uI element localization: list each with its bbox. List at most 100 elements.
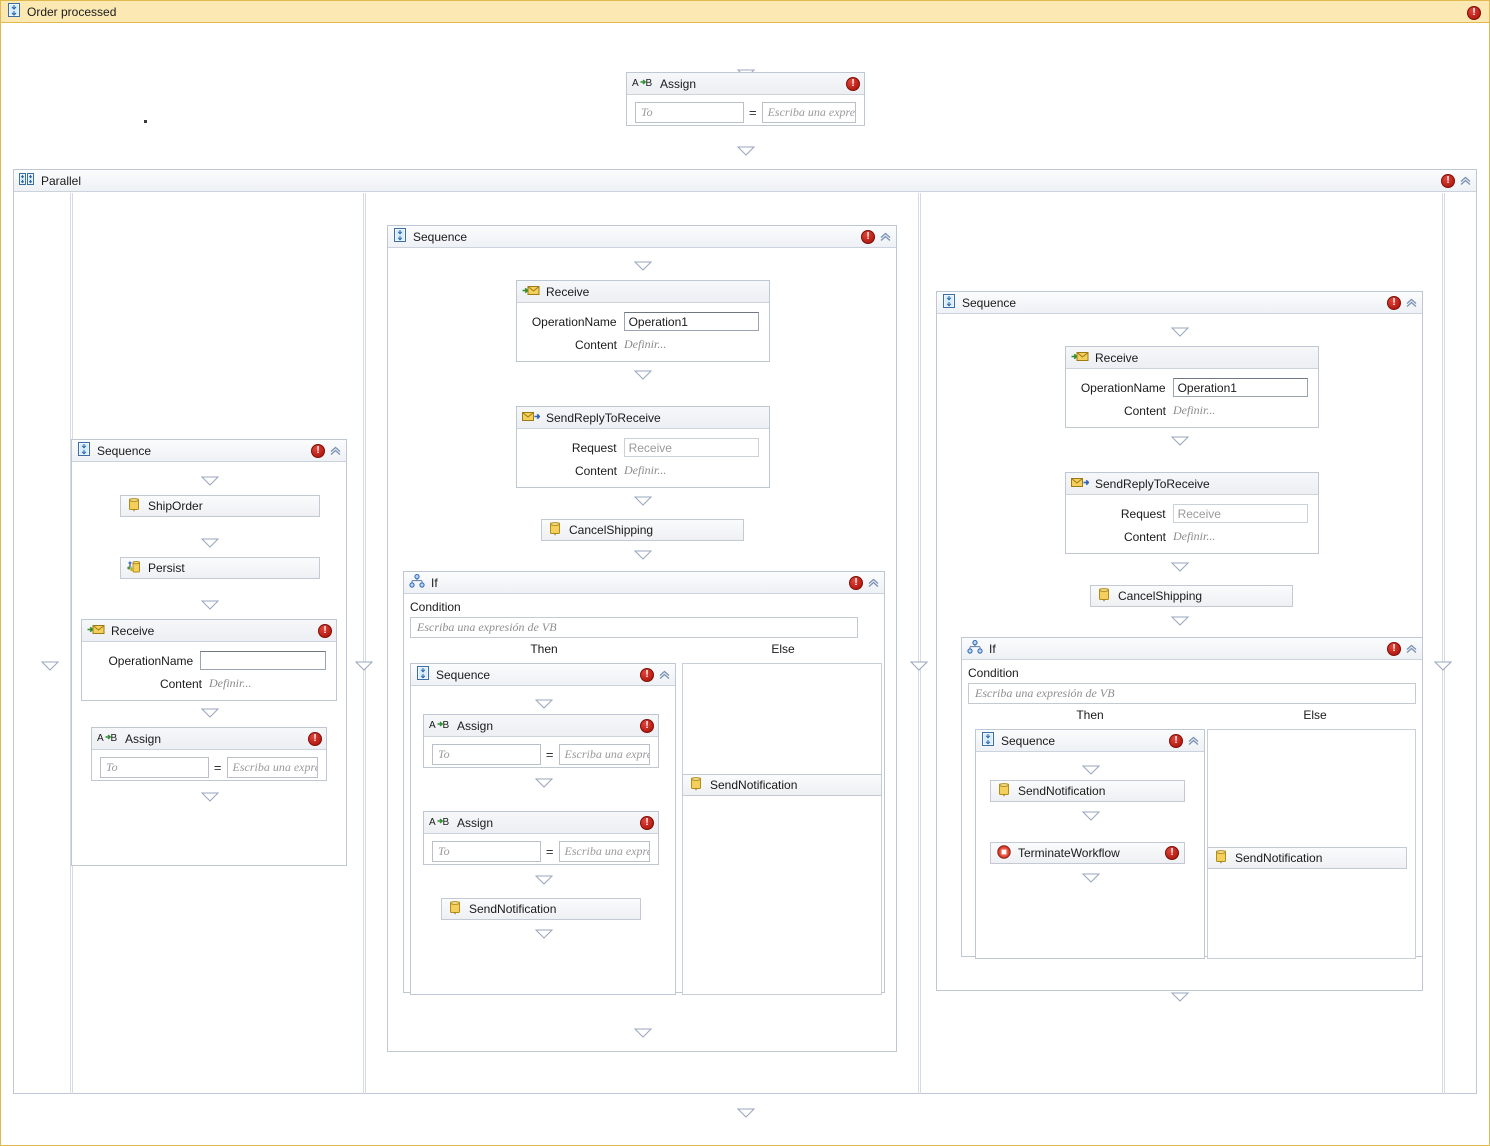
assign-value-input[interactable]: Escriba una expresi xyxy=(558,841,650,862)
activity-sequence-then-branch2[interactable]: Sequence ! A B Assign ! To = Escriba una… xyxy=(410,663,676,995)
error-badge-icon[interactable] xyxy=(1165,846,1179,860)
error-badge-icon[interactable] xyxy=(1169,733,1183,748)
operation-name-input[interactable]: Operation1 xyxy=(623,312,759,331)
parallel-branch-divider xyxy=(363,193,364,1094)
content-define-link[interactable]: Definir... xyxy=(1173,529,1215,544)
activity-header[interactable]: Sequence xyxy=(976,730,1204,752)
activity-sendnotification-else-branch3[interactable]: SendNotification xyxy=(1207,847,1407,869)
collapse-chevron-icon[interactable] xyxy=(867,576,880,589)
error-badge-icon[interactable] xyxy=(640,718,654,733)
activity-receive-branch1[interactable]: Receive OperationName Content xyxy=(81,619,337,701)
connector-arrow xyxy=(201,708,219,718)
assign-value-input[interactable]: Escriba una expresi xyxy=(226,757,318,778)
activity-sendnotification-then-branch2[interactable]: SendNotification xyxy=(441,898,641,920)
assign-to-input[interactable]: To xyxy=(432,744,541,765)
assign-to-input[interactable]: To xyxy=(432,841,541,862)
activity-sendreplytoreceive-branch2[interactable]: SendReplyToReceive Request Receive Conte… xyxy=(516,406,770,488)
activity-header[interactable]: A B Assign xyxy=(92,728,326,750)
activity-if-branch2[interactable]: If ! Condition Escriba una expresión de … xyxy=(403,571,885,995)
activity-assign-then2-branch2[interactable]: A B Assign ! To = Escriba una expr xyxy=(423,811,659,865)
workflow-title-bar[interactable]: Order processed xyxy=(1,1,1489,23)
error-badge-icon[interactable] xyxy=(640,815,654,830)
activity-header[interactable]: A B Assign xyxy=(424,715,658,737)
activity-cylinder-icon xyxy=(1214,849,1228,867)
activity-header[interactable]: Sequence xyxy=(72,440,346,462)
error-badge-icon[interactable] xyxy=(849,575,863,590)
activity-assign-top[interactable]: A B Assign To = Escriba una expresi xyxy=(626,72,865,126)
condition-input[interactable]: Escriba una expresión de VB xyxy=(410,617,858,638)
activity-header[interactable]: Sequence xyxy=(937,292,1422,314)
header-status xyxy=(308,731,322,746)
error-badge-icon[interactable] xyxy=(640,667,654,682)
content-define-link[interactable]: Definir... xyxy=(209,676,251,691)
assign-value-input[interactable]: Escriba una expresi xyxy=(558,744,650,765)
activity-cancelshipping-branch3[interactable]: CancelShipping xyxy=(1090,585,1293,607)
error-badge-icon[interactable] xyxy=(308,731,322,746)
activity-sendnotification-else-branch2[interactable]: SendNotification xyxy=(682,774,882,796)
activity-header[interactable]: A B Assign xyxy=(424,812,658,834)
error-badge-icon[interactable] xyxy=(1387,295,1401,310)
assign-to-input[interactable]: To xyxy=(100,757,209,778)
error-badge-icon[interactable] xyxy=(846,76,860,91)
collapse-chevron-icon[interactable] xyxy=(879,230,892,243)
activity-shiporder[interactable]: ShipOrder xyxy=(120,495,320,517)
activity-sequence-branch2[interactable]: Sequence ! Receive OperationName Operati… xyxy=(387,225,897,1052)
condition-input[interactable]: Escriba una expresión de VB xyxy=(968,683,1416,704)
assign-value-input[interactable]: Escriba una expresi xyxy=(761,102,856,123)
activity-sequence-branch3[interactable]: Sequence ! Receive OperationName Operati… xyxy=(936,291,1423,1002)
collapse-chevron-icon[interactable] xyxy=(1405,296,1418,309)
else-branch-dropzone-branch2[interactable]: SendNotification xyxy=(682,663,882,995)
else-branch-dropzone-branch3[interactable]: SendNotification xyxy=(1207,729,1416,959)
activity-header[interactable]: If xyxy=(962,638,1422,660)
collapse-chevron-icon[interactable] xyxy=(1405,642,1418,655)
parallel-branch-drop-arrow[interactable] xyxy=(355,661,373,671)
operation-name-input[interactable] xyxy=(200,651,326,670)
collapse-chevron-icon[interactable] xyxy=(658,668,671,681)
content-define-link[interactable]: Definir... xyxy=(1173,403,1215,418)
activity-cancelshipping-branch2[interactable]: CancelShipping xyxy=(541,519,744,541)
activity-header[interactable]: Sequence xyxy=(411,664,675,686)
parallel-branch-drop-arrow[interactable] xyxy=(41,661,59,671)
operation-name-input[interactable]: Operation1 xyxy=(1172,378,1308,397)
collapse-chevron-icon[interactable] xyxy=(329,444,342,457)
error-badge-icon[interactable] xyxy=(311,443,325,458)
content-define-link[interactable]: Definir... xyxy=(624,337,666,352)
activity-header[interactable]: Receive xyxy=(82,620,336,642)
error-badge-icon[interactable] xyxy=(861,229,875,244)
error-badge-icon[interactable] xyxy=(1441,173,1455,188)
activity-sequence-branch1[interactable]: Sequence ! ShipOrder Persist Receive ! O… xyxy=(71,439,347,866)
activity-sequence-then-branch3[interactable]: Sequence ! SendNotification TerminateWor… xyxy=(975,729,1205,959)
activity-sendnotification-then-branch3[interactable]: SendNotification xyxy=(990,780,1185,802)
activity-terminateworkflow-branch3[interactable]: TerminateWorkflow xyxy=(990,842,1185,864)
request-input[interactable]: Receive xyxy=(623,438,759,457)
assign-to-input[interactable]: To xyxy=(635,102,744,123)
activity-assign-then1-branch2[interactable]: A B Assign ! To = Escriba una expr xyxy=(423,714,659,768)
activity-header[interactable]: If xyxy=(404,572,884,594)
activity-header[interactable]: Sequence xyxy=(388,226,896,248)
activity-receive-branch2[interactable]: Receive OperationName Operation1 Content… xyxy=(516,280,770,362)
activity-header[interactable]: Parallel xyxy=(14,170,1476,192)
collapse-chevron-icon[interactable] xyxy=(1187,734,1200,747)
else-label: Else xyxy=(1303,708,1327,722)
activity-if-branch3[interactable]: If ! Condition Escriba una expresión de … xyxy=(961,637,1423,959)
activity-header[interactable]: A B Assign xyxy=(627,73,864,95)
parallel-branch-drop-arrow[interactable] xyxy=(910,661,928,671)
activity-parallel[interactable]: Parallel ! Sequence ! ShipOrder Persist … xyxy=(13,169,1477,1094)
parallel-branch-drop-arrow[interactable] xyxy=(1434,661,1452,671)
then-label: Then xyxy=(1076,708,1104,722)
activity-assign-branch1[interactable]: A B Assign To xyxy=(91,727,327,781)
error-badge-icon[interactable] xyxy=(318,623,332,638)
activity-persist[interactable]: Persist xyxy=(120,557,320,579)
request-input[interactable]: Receive xyxy=(1172,504,1308,523)
activity-header[interactable]: Receive xyxy=(1066,347,1318,369)
activity-header[interactable]: Receive xyxy=(517,281,769,303)
collapse-chevron-icon[interactable] xyxy=(1459,174,1472,187)
activity-header[interactable]: SendReplyToReceive xyxy=(1066,473,1318,495)
error-badge-icon[interactable] xyxy=(1467,5,1481,20)
connector-arrow xyxy=(201,476,219,486)
error-badge-icon[interactable] xyxy=(1387,641,1401,656)
activity-header[interactable]: SendReplyToReceive xyxy=(517,407,769,429)
activity-sendreplytoreceive-branch3[interactable]: SendReplyToReceive Request Receive Conte… xyxy=(1065,472,1319,554)
activity-receive-branch3[interactable]: Receive OperationName Operation1 Content… xyxy=(1065,346,1319,428)
content-define-link[interactable]: Definir... xyxy=(624,463,666,478)
